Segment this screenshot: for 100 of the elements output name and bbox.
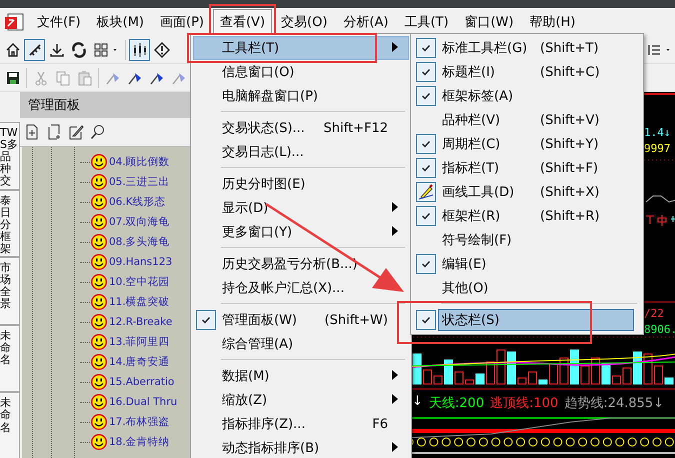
strategy-item[interactable]: 11.横盘突破 (109, 295, 170, 309)
submenu-arrow-icon (392, 226, 398, 236)
menu-item[interactable]: 动态指标排序(B) (193, 436, 409, 458)
menu-item[interactable]: 交易状态(S)... Shift+F12 (193, 116, 409, 140)
menu-item[interactable]: 画面(P) (153, 9, 211, 35)
strategy-item[interactable]: 17.布林强盗 (109, 415, 170, 429)
check-icon (196, 310, 216, 330)
side-tab[interactable]: TWS多品种交 (0, 122, 20, 190)
check-icon (416, 254, 436, 274)
menu-item[interactable]: 框架栏(R) (Shift+R) (413, 204, 641, 228)
strategy-item[interactable]: 16.Dual Thru (109, 396, 178, 408)
menu-item[interactable]: 品种栏(V) (Shift+V) (413, 108, 641, 132)
menu-item[interactable]: 交易(O) (274, 9, 334, 35)
paste-icon (76, 70, 92, 86)
menu-item[interactable]: 查看(V) (212, 9, 272, 35)
smiley-icon (91, 214, 107, 230)
menu-item[interactable]: 窗口(W) (458, 9, 521, 35)
menu-item[interactable]: 交易日志(L)... (193, 140, 409, 164)
strategy-item[interactable]: 12.R-Breake (109, 316, 172, 328)
smiley-icon (91, 354, 107, 370)
check-icon (416, 310, 436, 330)
smiley-icon (91, 374, 107, 390)
menu-item[interactable]: 板块(M) (90, 9, 151, 35)
menu-item[interactable]: 显示(D) (193, 196, 409, 220)
swirl-icon (70, 42, 86, 58)
smiley-icon (91, 234, 107, 250)
menu-item[interactable]: 历史分时图(E) (193, 172, 409, 196)
menu-item[interactable]: 信息窗口(O) (193, 60, 409, 84)
menu-item[interactable]: 编辑(E) (413, 252, 641, 276)
strategy-item[interactable]: 05.三进三出 (109, 175, 170, 189)
menu-item[interactable]: 分析(A) (336, 9, 396, 35)
candlestick-icon (132, 42, 148, 58)
volume-value: 9997 (644, 142, 670, 155)
smiley-icon (91, 254, 107, 270)
indicator-label: 逃顶线:100 (490, 395, 558, 412)
new-page-icon[interactable] (46, 124, 62, 140)
submenu-arrow-icon (392, 442, 398, 452)
date-label: /22 (644, 307, 664, 320)
side-tab[interactable]: 未命名 (0, 392, 20, 458)
menu-item[interactable]: 历史交易盈亏分析(B...) (193, 252, 409, 276)
check-icon (416, 62, 436, 82)
check-icon (416, 134, 436, 154)
strategy-item[interactable]: 09.Hans123 (109, 256, 172, 268)
strategy-item[interactable]: 14.唐奇安通 (109, 355, 170, 369)
menu-item[interactable]: 其他(O) (413, 276, 641, 300)
menu-item[interactable]: 画线工具(D) (Shift+X) (413, 180, 641, 204)
submenu-arrow-icon (392, 394, 398, 404)
menu-item[interactable]: 指标栏(T) (Shift+F) (413, 156, 641, 180)
smiley-icon (91, 414, 107, 430)
menu-item[interactable]: 电脑解盘窗口(P) (193, 84, 409, 108)
menu-item[interactable]: 标题栏(I) (Shift+C) (413, 60, 641, 84)
side-tab[interactable]: 未命名 (0, 324, 20, 392)
copy-icon (54, 70, 70, 86)
smiley-icon (91, 434, 107, 450)
menu-item[interactable]: 框架标签(A) (413, 84, 641, 108)
price-value: 1.4↓ (644, 126, 670, 139)
menu-item[interactable]: 管理面板(W) (Shift+W) (193, 308, 409, 332)
menu-item[interactable]: 工具栏(T) (193, 36, 409, 60)
panel-title: 管理面板 (20, 92, 190, 118)
smiley-icon (91, 394, 107, 410)
menu-item[interactable]: 持仓及帐户汇总(X)... (193, 276, 409, 300)
menu-item[interactable]: 标准工具栏(G) (Shift+T) (413, 36, 641, 60)
strategy-item[interactable]: 07.双向海龟 (109, 215, 170, 229)
menu-item[interactable]: 帮助(H) (522, 9, 582, 35)
pencil-icon (416, 182, 436, 202)
price-line-drawing (646, 196, 675, 203)
submenu-arrow-icon (392, 202, 398, 212)
ruler-button[interactable] (24, 38, 45, 60)
search-icon[interactable] (90, 124, 106, 140)
side-tab[interactable]: 市场全景 (0, 257, 20, 325)
new-file-icon[interactable] (24, 124, 40, 140)
strategy-item[interactable]: 18.金肯特纳 (109, 435, 170, 449)
menu-item[interactable]: 缩放(Z) (193, 388, 409, 412)
strategy-item[interactable]: 04.顾比倒数 (109, 155, 170, 169)
download-icon (48, 42, 64, 58)
menu-item[interactable]: 符号绘制(F) (413, 228, 641, 252)
menu-item[interactable]: 周期栏(C) (Shift+Y) (413, 132, 641, 156)
candlestick-button[interactable] (129, 38, 150, 60)
menu-item[interactable]: 指标排序(Z)... F6 (193, 412, 409, 436)
grid-icon (92, 42, 108, 58)
strategy-item[interactable]: 15.Aberratio (109, 376, 174, 388)
menu-item[interactable]: 更多窗口(Y) (193, 220, 409, 244)
menu-item[interactable]: 文件(F) (30, 9, 88, 35)
check-icon (416, 86, 436, 106)
smiley-icon (91, 194, 107, 210)
strategy-item[interactable]: 06.K线形态 (109, 195, 166, 209)
reading-value: 8906. (644, 323, 675, 336)
smiley-icon (91, 154, 107, 170)
menu-item[interactable]: 数据(M) (193, 364, 409, 388)
indicator-label: 天线:200 (428, 395, 484, 412)
menu-item[interactable]: 工具(T) (397, 9, 456, 35)
diamond-warning-icon (154, 42, 170, 58)
strategy-item[interactable]: 13.菲阿里四 (109, 335, 170, 349)
save-icon (4, 70, 20, 86)
strategy-item[interactable]: 10.空中花园 (109, 275, 170, 289)
side-tab[interactable]: 泰日分框架 (0, 190, 20, 258)
check-icon (416, 158, 436, 178)
strategy-item[interactable]: 08.多头海龟 (109, 235, 170, 249)
edit-icon[interactable] (68, 124, 84, 140)
menu-item[interactable]: 综合管理(A) (193, 332, 409, 356)
